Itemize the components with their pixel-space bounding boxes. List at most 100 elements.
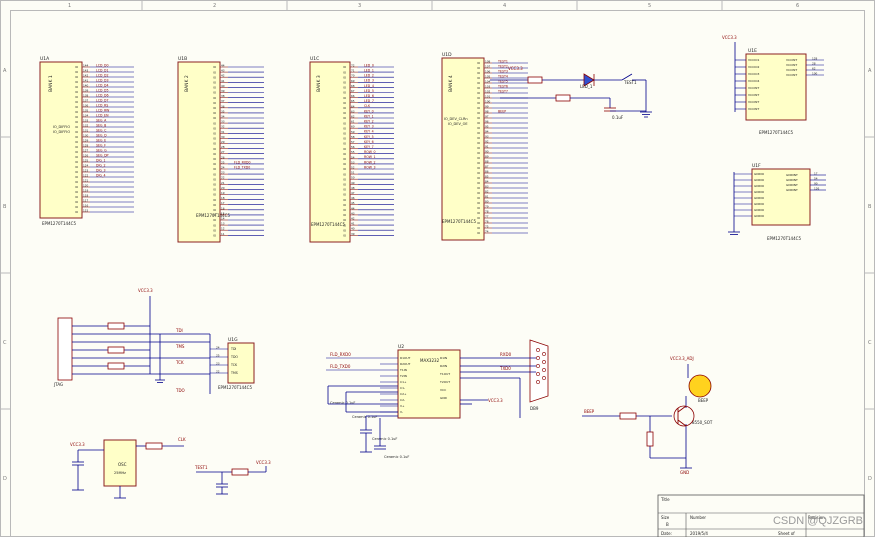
- pin-number: 105: [485, 75, 491, 79]
- zone-col-6: 6: [796, 3, 799, 9]
- chip-u1e[interactable]: U1E EPM1270T144C5 VCCIO1 VCCIO2 VCCIO3 VCCI…: [722, 35, 824, 135]
- pin-label: R1IN: [440, 356, 447, 360]
- watermark: CSDN @QJZGRB: [772, 515, 863, 527]
- net-label: FLD_RXD0: [234, 160, 251, 164]
- zone-row-c: C: [3, 340, 7, 346]
- chip-u1c[interactable]: U1C BANK 3 EPM1270T144C5 IO 72 LED_0IO 71 LE…: [309, 56, 394, 243]
- net-label: KEY_1: [364, 114, 374, 118]
- db9-label: DB9: [530, 406, 539, 411]
- size-value: B: [666, 522, 669, 527]
- zone-col-2: 2: [213, 3, 216, 9]
- pin-number: 128: [812, 57, 818, 61]
- pin-number: 120: [83, 184, 89, 188]
- pin-number: 75: [485, 225, 489, 229]
- pin-number: 22: [221, 176, 225, 180]
- pin-label: VCC: [440, 388, 446, 392]
- pin-number: 72: [351, 64, 355, 68]
- pin-number: 58: [351, 135, 355, 139]
- db9-connector[interactable]: DB9 RXD0 TXD0: [460, 339, 549, 418]
- pin-number: 59: [351, 130, 355, 134]
- buzzer-vcc-label: VCC3.3_ADJ: [670, 356, 694, 361]
- zone-row-c-right: C: [868, 340, 872, 346]
- cap-c2-value: 0.1uF: [612, 115, 624, 120]
- size-label: Size: [661, 515, 670, 520]
- u2-ref: U2: [398, 344, 404, 350]
- net-label: LCD_D1: [96, 68, 109, 72]
- pin-label: GNDIO: [754, 172, 765, 176]
- pin-label: GNDIO: [754, 184, 765, 188]
- osc-clk-net: CLK: [178, 437, 186, 442]
- led-vcc-label: VCC3.3: [508, 66, 523, 71]
- pin-number: 124: [83, 164, 89, 168]
- net-label: LCD_D4: [96, 83, 109, 87]
- pin-number: 136: [83, 104, 89, 108]
- u1f-part: EPM1270T144C5: [767, 236, 801, 241]
- pin-number: 99: [485, 105, 489, 109]
- jtag-r1: [107, 322, 125, 330]
- pin-number: 142: [83, 74, 89, 78]
- pin-number: 98: [485, 110, 489, 114]
- test-net-label: TEST1: [194, 465, 208, 470]
- net-label: LCD_D3: [96, 78, 109, 82]
- pin-label: VCCINT: [786, 73, 797, 77]
- chip-u1a[interactable]: U1A BANK 1 IO_DIFFIO IO_DIFFIO EPM1270T1…: [39, 56, 134, 226]
- net-label: DIG_2: [96, 163, 106, 167]
- chip-u1g[interactable]: U1G EPM1270T144C5 TDI 24 TDO 25 TCK 23 TMS 22: [210, 337, 255, 390]
- pin-number: 11: [221, 232, 225, 236]
- pin-number: 14: [221, 217, 225, 221]
- pin-number: 55: [351, 150, 355, 154]
- pin-label: TMS: [230, 371, 238, 375]
- u1a-ref: U1A: [40, 56, 50, 62]
- pin-number: 51: [351, 171, 355, 175]
- net-label: KEY_4: [364, 130, 374, 134]
- pin-number: 46: [351, 196, 355, 200]
- zone-row-d-right: D: [868, 476, 872, 482]
- pin-number: 61: [351, 120, 355, 124]
- date-label: Date:: [661, 531, 672, 536]
- pin-label: GNDIO: [754, 202, 765, 206]
- pin-number: 17: [814, 172, 818, 176]
- u1g-part: EPM1270T144C5: [218, 385, 252, 390]
- pin-number: 15: [221, 211, 225, 215]
- sheet-label: Sheet of: [778, 531, 795, 536]
- net-label: LCD_D0: [96, 63, 109, 67]
- pin-number: 134: [83, 114, 89, 118]
- pin-number: 25: [216, 354, 220, 358]
- pin-number: 62: [812, 67, 816, 71]
- chip-u1b[interactable]: U1B BANK 2 EPM1270T144C5 IO 44IO 43IO 42IO 4…: [177, 56, 264, 243]
- pin-number: 133: [83, 119, 89, 123]
- pin-label: V+: [400, 404, 405, 408]
- buzzer-section[interactable]: VCC3.3_ADJ BEEP BEEP 8550_SOT GND: [582, 356, 713, 475]
- pin-number: 35: [221, 109, 225, 113]
- net-label: SEG_F: [96, 143, 106, 147]
- chip-u2[interactable]: U2 MAX3232 R1OUT R2OUT T1IN T2IN C1+ C1- C2+ C2…: [326, 344, 503, 459]
- pin-number: 41: [351, 222, 355, 226]
- schematic-sheet: 1 2 3 4 5 6 A B C D A B C D U1A BANK 1 I…: [0, 0, 875, 537]
- pin-number: 33: [221, 120, 225, 124]
- pin-number: 32: [221, 125, 225, 129]
- u1c-pins: IO 72 LED_0IO 71 LED_1IO 70 LED_2IO 69 LED_3IO 68…: [343, 63, 394, 238]
- oscillator-section[interactable]: VCC3.3 OSC 25MHz CLK: [70, 437, 186, 499]
- db9-rxd: RXD0: [500, 352, 512, 357]
- pin-number: 43: [351, 211, 355, 215]
- pin-label: VCCINT: [786, 58, 797, 62]
- u1d-io-oe: IO_DEV_OE: [448, 122, 468, 126]
- net-label: KEY_6: [364, 140, 374, 144]
- pin-number: 76: [485, 220, 489, 224]
- pin-number: 107: [485, 65, 491, 69]
- pin-number: 40: [221, 84, 225, 88]
- u1a-part: EPM1270T144C5: [42, 221, 76, 226]
- net-label: LED_7: [364, 99, 374, 103]
- chip-u1f[interactable]: U1F EPM1270T144C5 GNDIO GNDIO GNDIO GNDIO GN…: [728, 163, 826, 241]
- pin-number: 144: [83, 64, 89, 68]
- u1e-ref: U1E: [748, 48, 757, 54]
- jtag-section[interactable]: VCC3.3 JTAG TDI TMS TCK TDO: [53, 288, 211, 394]
- buzzer-label: BEEP: [698, 398, 709, 403]
- u2-cap-4: Ceramic 0.1uF: [384, 455, 409, 459]
- pin-number: 22: [216, 370, 220, 374]
- pin-number: 64: [351, 104, 355, 108]
- osc-freq: 25MHz: [114, 471, 126, 475]
- jtag-r2: [107, 346, 125, 354]
- pin-label: VCCIO2: [748, 65, 759, 69]
- u1b-pins: IO 44IO 43IO 42IO 41IO 40IO 39IO 38IO 37IO 36IO 35…: [213, 64, 264, 238]
